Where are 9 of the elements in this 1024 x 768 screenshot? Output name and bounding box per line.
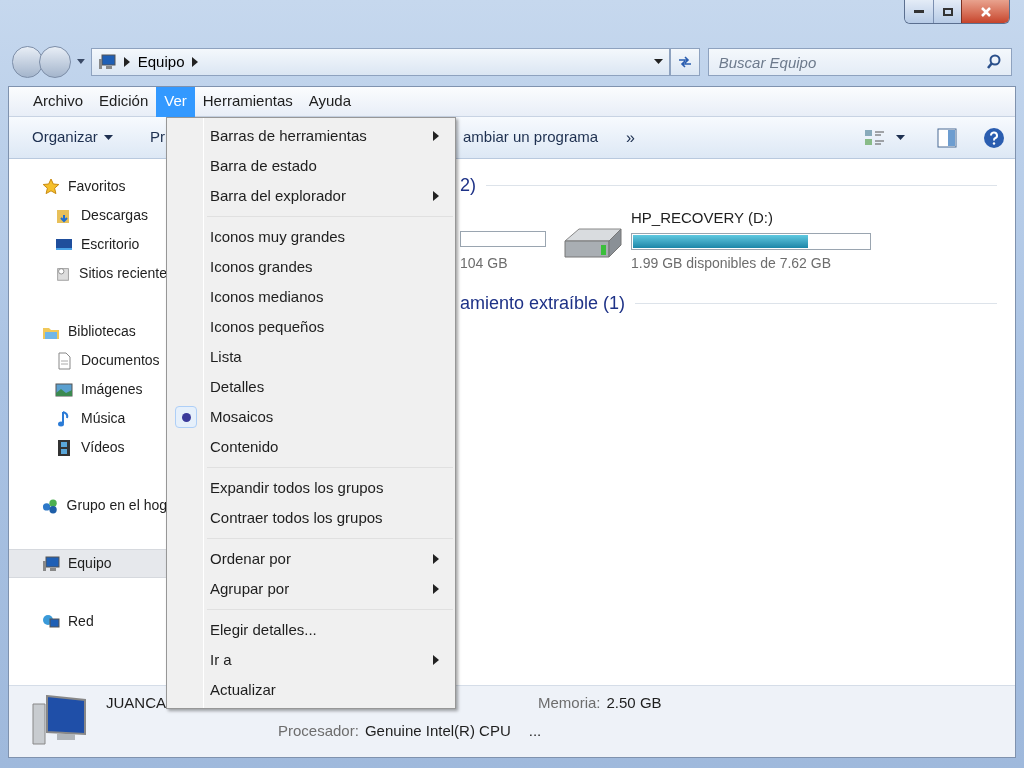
drive-space-text: 104 GB [460,254,509,273]
drive-space-text: 1.99 GB disponibles de 7.62 GB [631,253,833,273]
more-text: ... [528,720,542,741]
memory-label: Memoria: [538,693,601,713]
processor-label: Procesador: [278,720,359,741]
computer-name: JUANCA [106,693,167,713]
drive-name: HP_RECOVERY (D:) [631,208,774,228]
processor-value: Genuine Intel(R) CPU [364,720,511,741]
memory-value: 2.50 GB [606,693,662,713]
